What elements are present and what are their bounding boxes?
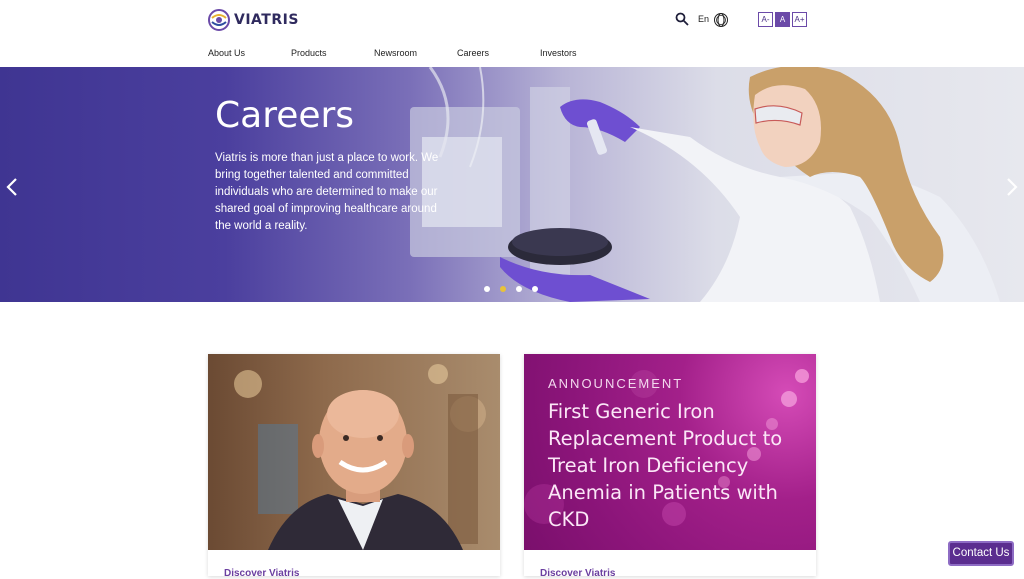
carousel-dot-3[interactable]: [516, 286, 522, 292]
announcement-title: First Generic Iron Replacement Product t…: [548, 400, 783, 531]
text-size-increase-button[interactable]: A+: [792, 12, 807, 27]
site-header: VIATRIS En A- A A+ About Us Products New…: [0, 0, 1024, 67]
carousel-dot-4[interactable]: [532, 286, 538, 292]
globe-icon[interactable]: [713, 12, 729, 28]
feature-card-portrait[interactable]: Discover Viatris: [208, 354, 500, 579]
text-size-default-button[interactable]: A: [775, 12, 790, 27]
nav-item-investors[interactable]: Investors: [540, 48, 577, 58]
announcement-kicker: ANNOUNCEMENT: [548, 376, 684, 391]
chevron-left-icon[interactable]: [5, 177, 19, 197]
contact-us-button[interactable]: Contact Us: [948, 541, 1014, 566]
card-link-discover[interactable]: Discover Viatris: [224, 568, 299, 579]
hero-image-scientist: [410, 67, 1000, 302]
nav-item-products[interactable]: Products: [291, 48, 374, 58]
brand-name: VIATRIS: [234, 12, 299, 28]
nav-item-careers[interactable]: Careers: [457, 48, 540, 58]
carousel-dot-1[interactable]: [484, 286, 490, 292]
nav-item-newsroom[interactable]: Newsroom: [374, 48, 457, 58]
hero-carousel: Careers Viatris is more than just a plac…: [0, 67, 1024, 302]
carousel-dot-2[interactable]: [500, 286, 506, 292]
viatris-logo-icon: [208, 9, 230, 31]
language-selector[interactable]: En: [698, 14, 709, 24]
hero-description: Viatris is more than just a place to wor…: [215, 152, 439, 232]
nav-item-about-us[interactable]: About Us: [208, 48, 291, 58]
carousel-pagination: [484, 286, 538, 292]
card-link-discover[interactable]: Discover Viatris: [540, 568, 615, 579]
card-image-portrait: [208, 354, 500, 550]
hero-title: Careers: [215, 95, 355, 136]
feature-card-announcement[interactable]: ANNOUNCEMENT First Generic Iron Replacem…: [524, 354, 816, 579]
viatris-logo[interactable]: VIATRIS: [208, 9, 299, 31]
main-nav: About Us Products Newsroom Careers Inves…: [208, 48, 577, 58]
text-size-decrease-button[interactable]: A-: [758, 12, 773, 27]
text-size-controls: A- A A+: [758, 12, 807, 27]
search-icon[interactable]: [675, 12, 689, 26]
chevron-right-icon[interactable]: [1005, 177, 1019, 197]
card-image-announcement: ANNOUNCEMENT First Generic Iron Replacem…: [524, 354, 816, 550]
